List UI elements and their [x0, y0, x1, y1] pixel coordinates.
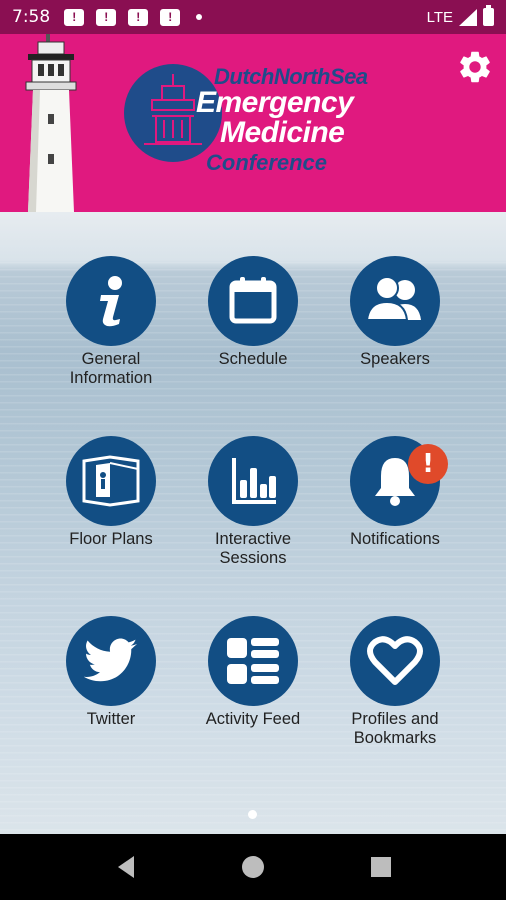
more-notifications-dot-icon: [196, 14, 203, 20]
tile-label: Schedule: [218, 350, 288, 368]
page-indicator-dot: [248, 810, 257, 819]
lighthouse-image: [25, 34, 77, 212]
status-time: 7:58: [12, 7, 51, 27]
tile-speakers[interactable]: Speakers: [320, 256, 470, 369]
tile-schedule[interactable]: Schedule: [178, 256, 328, 369]
tile-label: Activity Feed: [205, 710, 301, 728]
logo-text-line-4: Conference: [206, 150, 328, 175]
calendar-icon: [229, 277, 277, 324]
network-type: LTE: [426, 8, 453, 26]
message-alert-icon: !: [96, 8, 117, 26]
tile-general-information[interactable]: General Information: [36, 256, 186, 388]
battery-icon: [483, 5, 494, 26]
recent-apps-icon[interactable]: [368, 854, 394, 880]
logo-text-line-3: Medicine: [220, 116, 345, 149]
tile-activity-feed[interactable]: Activity Feed: [178, 616, 328, 729]
bar-chart-icon: [232, 458, 276, 504]
tile-notifications[interactable]: ! Notifications: [320, 436, 470, 549]
logo-text-line-2: Emergency: [196, 86, 354, 119]
tile-label: Notifications: [350, 530, 440, 548]
home-grid-area: General Information Schedule Speakers Fl…: [0, 212, 506, 834]
tile-label: General Information: [69, 350, 153, 387]
people-icon: [365, 276, 421, 321]
back-icon[interactable]: [114, 854, 140, 880]
conference-logo: DutchNorthSea Emergency Medicine Confere…: [124, 52, 394, 202]
signal-icon: [459, 8, 477, 26]
tile-label: Profiles and Bookmarks: [351, 710, 439, 747]
status-bar: 7:58 ! ! ! ! LTE: [0, 0, 506, 34]
floor-plan-icon: [82, 455, 140, 507]
tile-label: Speakers: [360, 350, 430, 368]
home-icon[interactable]: [240, 854, 266, 880]
tile-label: Twitter: [86, 710, 136, 728]
heart-icon: [367, 636, 423, 685]
message-alert-icon: !: [64, 8, 85, 26]
list-icon: [227, 638, 279, 684]
tile-interactive-sessions[interactable]: Interactive Sessions: [178, 436, 328, 568]
tile-profiles-and-bookmarks[interactable]: Profiles and Bookmarks: [320, 616, 470, 748]
notification-icons: ! ! ! !: [64, 8, 203, 26]
message-alert-icon: !: [128, 8, 149, 26]
notification-badge: !: [408, 444, 448, 484]
message-alert-icon: !: [160, 8, 181, 26]
twitter-icon: [84, 638, 138, 682]
tile-label: Interactive Sessions: [214, 530, 292, 567]
tile-floor-plans[interactable]: Floor Plans: [36, 436, 186, 549]
app-header: DutchNorthSea Emergency Medicine Confere…: [0, 34, 506, 212]
tile-label: Floor Plans: [69, 530, 153, 548]
system-navigation-bar: [0, 834, 506, 900]
gear-icon[interactable]: [456, 48, 494, 86]
info-icon: [100, 276, 122, 327]
tile-twitter[interactable]: Twitter: [36, 616, 186, 729]
